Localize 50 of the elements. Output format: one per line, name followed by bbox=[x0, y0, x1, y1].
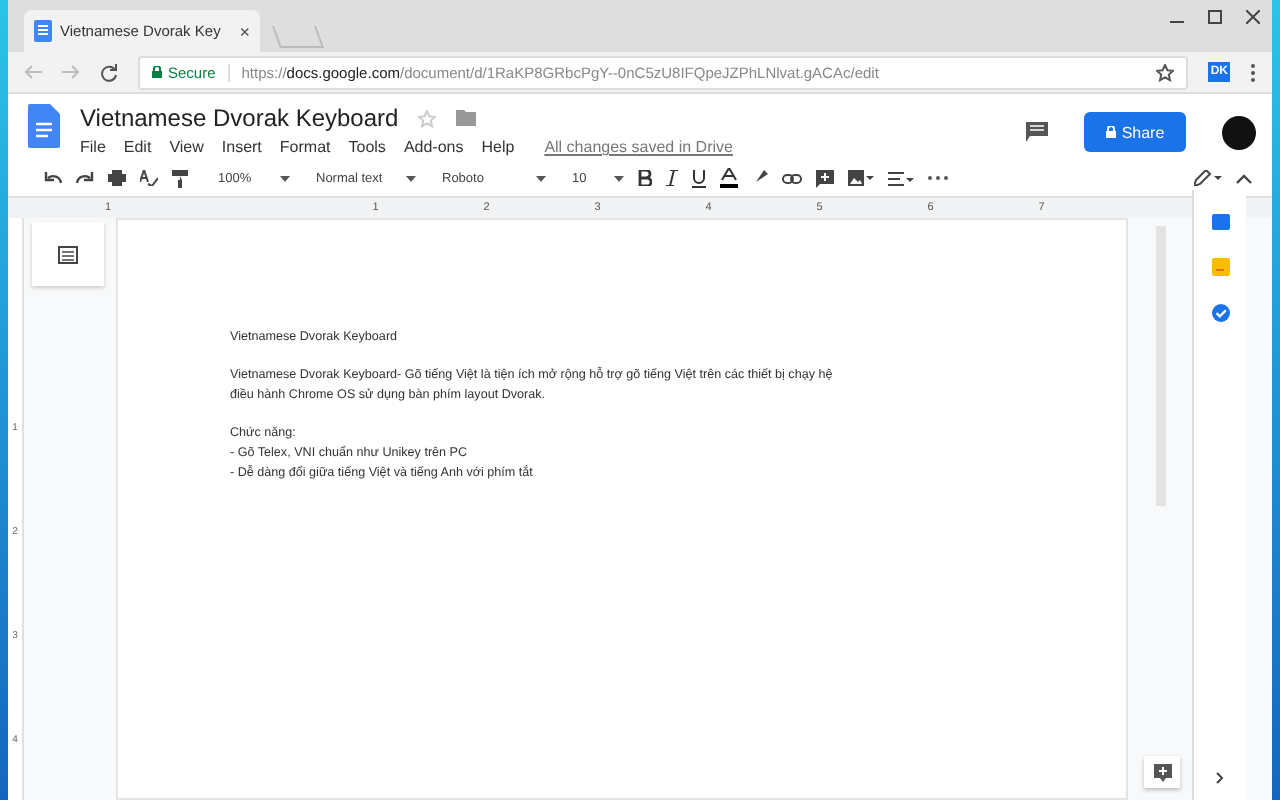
undo-icon[interactable] bbox=[44, 172, 62, 184]
caret-icon[interactable] bbox=[536, 175, 546, 181]
collapse-icon[interactable] bbox=[1236, 173, 1252, 183]
add-comment-icon[interactable] bbox=[816, 169, 834, 187]
menu-item[interactable]: Add-ons bbox=[403, 138, 464, 156]
underline-icon[interactable] bbox=[692, 169, 706, 187]
caret-icon[interactable] bbox=[406, 175, 416, 181]
save-status-link[interactable]: All changes saved in Drive bbox=[544, 138, 733, 156]
calendar-icon[interactable] bbox=[1211, 214, 1229, 230]
menu-item[interactable]: Insert bbox=[221, 138, 262, 156]
close-icon[interactable] bbox=[1246, 10, 1260, 24]
lock-icon[interactable] bbox=[1105, 126, 1116, 138]
align-icon[interactable] bbox=[888, 171, 914, 185]
link-icon[interactable] bbox=[782, 173, 802, 183]
menu-item[interactable]: Edit bbox=[123, 138, 152, 156]
share-button[interactable]: Share bbox=[1084, 112, 1186, 152]
folder-icon[interactable] bbox=[456, 110, 477, 126]
image-icon[interactable] bbox=[848, 170, 874, 186]
explore-icon[interactable] bbox=[1153, 763, 1171, 781]
outline-button[interactable] bbox=[32, 222, 104, 286]
comment-icon[interactable] bbox=[1026, 122, 1048, 142]
menu-item[interactable]: File bbox=[80, 138, 106, 156]
spellcheck-icon[interactable] bbox=[140, 170, 158, 186]
docs-logo-icon[interactable] bbox=[28, 104, 60, 148]
explore-button[interactable] bbox=[1144, 756, 1180, 788]
expand-icon[interactable] bbox=[1216, 772, 1224, 784]
paint-format-icon[interactable] bbox=[172, 169, 188, 187]
star-icon[interactable] bbox=[1156, 63, 1175, 81]
text-color-icon[interactable] bbox=[720, 168, 738, 188]
menu-item[interactable]: Help bbox=[481, 138, 515, 156]
reload-icon[interactable] bbox=[100, 63, 118, 81]
bold-icon[interactable] bbox=[638, 170, 652, 186]
avatar[interactable] bbox=[1222, 115, 1256, 149]
docs-icon[interactable] bbox=[34, 20, 52, 42]
italic-icon[interactable] bbox=[666, 170, 678, 186]
maximize-icon[interactable] bbox=[1208, 10, 1222, 24]
menu-item[interactable]: Tools bbox=[348, 138, 386, 156]
redo-icon[interactable] bbox=[76, 172, 94, 184]
document-title[interactable]: Vietnamese Dvorak Keyboard bbox=[80, 104, 399, 132]
lock-icon[interactable] bbox=[152, 66, 162, 78]
caret-icon[interactable] bbox=[280, 175, 290, 181]
more-icon[interactable] bbox=[1250, 63, 1256, 81]
menu-item[interactable]: Format bbox=[279, 138, 331, 156]
tasks-icon[interactable] bbox=[1211, 304, 1229, 322]
highlighter-icon[interactable] bbox=[752, 170, 768, 186]
caret-icon[interactable] bbox=[614, 175, 624, 181]
pencil-icon[interactable] bbox=[1194, 170, 1222, 186]
keep-icon[interactable] bbox=[1211, 258, 1229, 276]
list-icon[interactable] bbox=[58, 245, 78, 263]
menu-item[interactable]: View bbox=[169, 138, 204, 156]
